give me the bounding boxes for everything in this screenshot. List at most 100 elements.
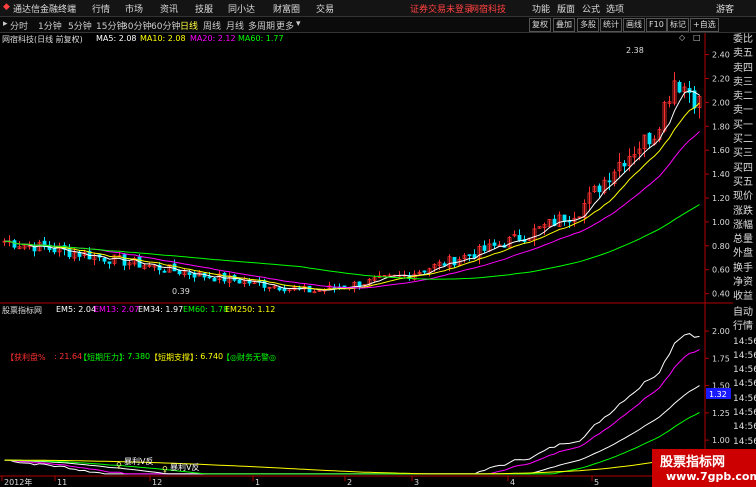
em-line (4, 412, 700, 475)
candle-body (177, 270, 182, 275)
candle-body (262, 280, 267, 288)
candle-body (647, 132, 652, 145)
candle-body (187, 272, 192, 275)
kline-chart[interactable]: 2.40 2.20 2.00 1.80 1.60 1.40 1.20 1.00 0.80 0.60… (0, 0, 756, 487)
tick-time: 14:56 (733, 422, 756, 433)
short-support-value: : 6.740 (195, 352, 224, 361)
side-item-ask3[interactable]: 卖三 (733, 76, 756, 90)
v-reversal-label-2: 暴利V反 (170, 462, 199, 472)
candle-body (237, 279, 242, 284)
watermark-title: 股票指标网 (660, 455, 726, 470)
y-tick-label: 1.80 (712, 122, 730, 131)
side-item-bid3[interactable]: 买三 (733, 147, 756, 161)
candle-body (422, 270, 427, 273)
side-item-ask5[interactable]: 卖五 (733, 47, 756, 61)
side-item-bid2[interactable]: 买二 (733, 133, 756, 147)
ma-line (4, 131, 700, 289)
em-line (4, 385, 700, 475)
em34-label: EM34: 1.97 (138, 305, 184, 314)
candle-body (677, 82, 682, 93)
x-tick-label: 1 (255, 478, 260, 487)
candle-body (307, 285, 312, 293)
financial-warning-label: 【◎财务无警◎ (222, 353, 276, 362)
tick-time: 14:56 (733, 408, 756, 419)
candle-body (597, 185, 602, 193)
side-item-change[interactable]: 涨跌 (733, 205, 756, 219)
watermark-url: www.7gpb.com (666, 470, 756, 483)
indicator-name: 股票指标网 (2, 306, 42, 315)
side-item-ask4[interactable]: 卖四 (733, 62, 756, 76)
candle-body (622, 163, 627, 167)
candle-body (102, 257, 107, 262)
em5-label: EM5: 2.04 (56, 305, 97, 314)
side-item-quotes[interactable]: 行情 (733, 320, 756, 334)
side-item-volume[interactable]: 总量 (733, 233, 756, 247)
y-tick-label: 0.40 (712, 290, 730, 299)
y-tick-label: 0.60 (712, 266, 730, 275)
ma-line (4, 204, 700, 280)
candle-body (207, 276, 212, 279)
side-item-bid1[interactable]: 买一 (733, 119, 756, 133)
y-tick-label: 2.20 (712, 74, 730, 83)
x-tick-label: 5 (594, 478, 599, 487)
ma-line (4, 90, 700, 291)
side-item-net-asset[interactable]: 净资 (733, 276, 756, 290)
y-tick-label: 1.60 (712, 146, 730, 155)
v-reversal-label-1: 暴利V反 (124, 456, 153, 466)
side-item-ask1[interactable]: 卖一 (733, 104, 756, 118)
x-tick-label: 2 (347, 478, 352, 487)
low-price-label: 0.39 (172, 287, 190, 296)
em13-label: EM13: 2.07 (94, 305, 140, 314)
y-tick-label: 1.75 (712, 354, 730, 363)
short-pressure-label: 【短期压力】 (79, 353, 127, 362)
side-item-ratio[interactable]: 委比 (733, 33, 756, 47)
v-reversal-marker-icon: ♀ (116, 461, 122, 470)
site-watermark: 股票指标网 www.7gpb.com (652, 449, 756, 487)
sub-chart-info-line: 股票指标网 EM5: 2.04 EM13: 2.07 EM34: 1.97 EM… (0, 304, 705, 316)
side-item-price[interactable]: 现价 (733, 190, 756, 204)
candle-body (517, 235, 522, 241)
side-item-outer[interactable]: 外盘 (733, 247, 756, 261)
x-tick-label: 11 (57, 478, 67, 487)
candle-body (162, 270, 167, 273)
candle-body (452, 256, 457, 266)
side-item-turnover[interactable]: 换手 (733, 262, 756, 276)
x-tick-label: 2012年 (4, 477, 32, 487)
y-tick-label: 1.40 (712, 170, 730, 179)
side-item-change-pct[interactable]: 涨幅 (733, 219, 756, 233)
x-tick-label: 4 (510, 478, 515, 487)
y-tick-label: 1.00 (712, 218, 730, 227)
candle-body (442, 263, 447, 266)
tick-time: 14:56 (733, 350, 756, 361)
y-tick-label: 0.80 (712, 242, 730, 251)
y-tick-label: 1.00 (712, 436, 730, 445)
em-line (4, 349, 700, 475)
profit-ratio-label: 【获利盘% (6, 353, 46, 362)
y-tick-label: 2.00 (712, 98, 730, 107)
side-item-eps[interactable]: 收益 (733, 290, 756, 304)
candle-body (277, 287, 282, 291)
y-tick-label: 2.00 (712, 327, 730, 336)
x-tick-label: 3 (414, 478, 419, 487)
current-value-label: 1.32 (709, 390, 727, 399)
y-tick-label: 1.20 (712, 194, 730, 203)
candle-body (482, 245, 487, 251)
side-item-bid4[interactable]: 买四 (733, 162, 756, 176)
tick-time: 14:56 (733, 336, 756, 347)
candle-body (12, 240, 17, 248)
tick-time: 14:56 (733, 379, 756, 390)
tick-time: 14:56 (733, 436, 756, 447)
tick-time: 14:56 (733, 393, 756, 404)
candle-body (492, 242, 497, 246)
candle-body (467, 254, 472, 257)
candle-body (172, 263, 177, 272)
candle-body (692, 90, 697, 109)
profit-ratio-value: : 21.64 (54, 352, 83, 361)
tick-side-panel: 自动 行情 14:56 14:56 14:56 14:56 14:56 14:5… (733, 306, 756, 449)
side-item-bid5[interactable]: 买五 (733, 176, 756, 190)
side-item-auto[interactable]: 自动 (733, 306, 756, 320)
tick-time: 14:56 (733, 365, 756, 376)
indicator-legend: 【获利盘% : 21.64 【短期压力】 : 7.380 【短期支撑】 : 6.… (0, 352, 705, 364)
side-item-ask2[interactable]: 卖二 (733, 90, 756, 104)
short-pressure-value: : 7.380 (122, 352, 151, 361)
